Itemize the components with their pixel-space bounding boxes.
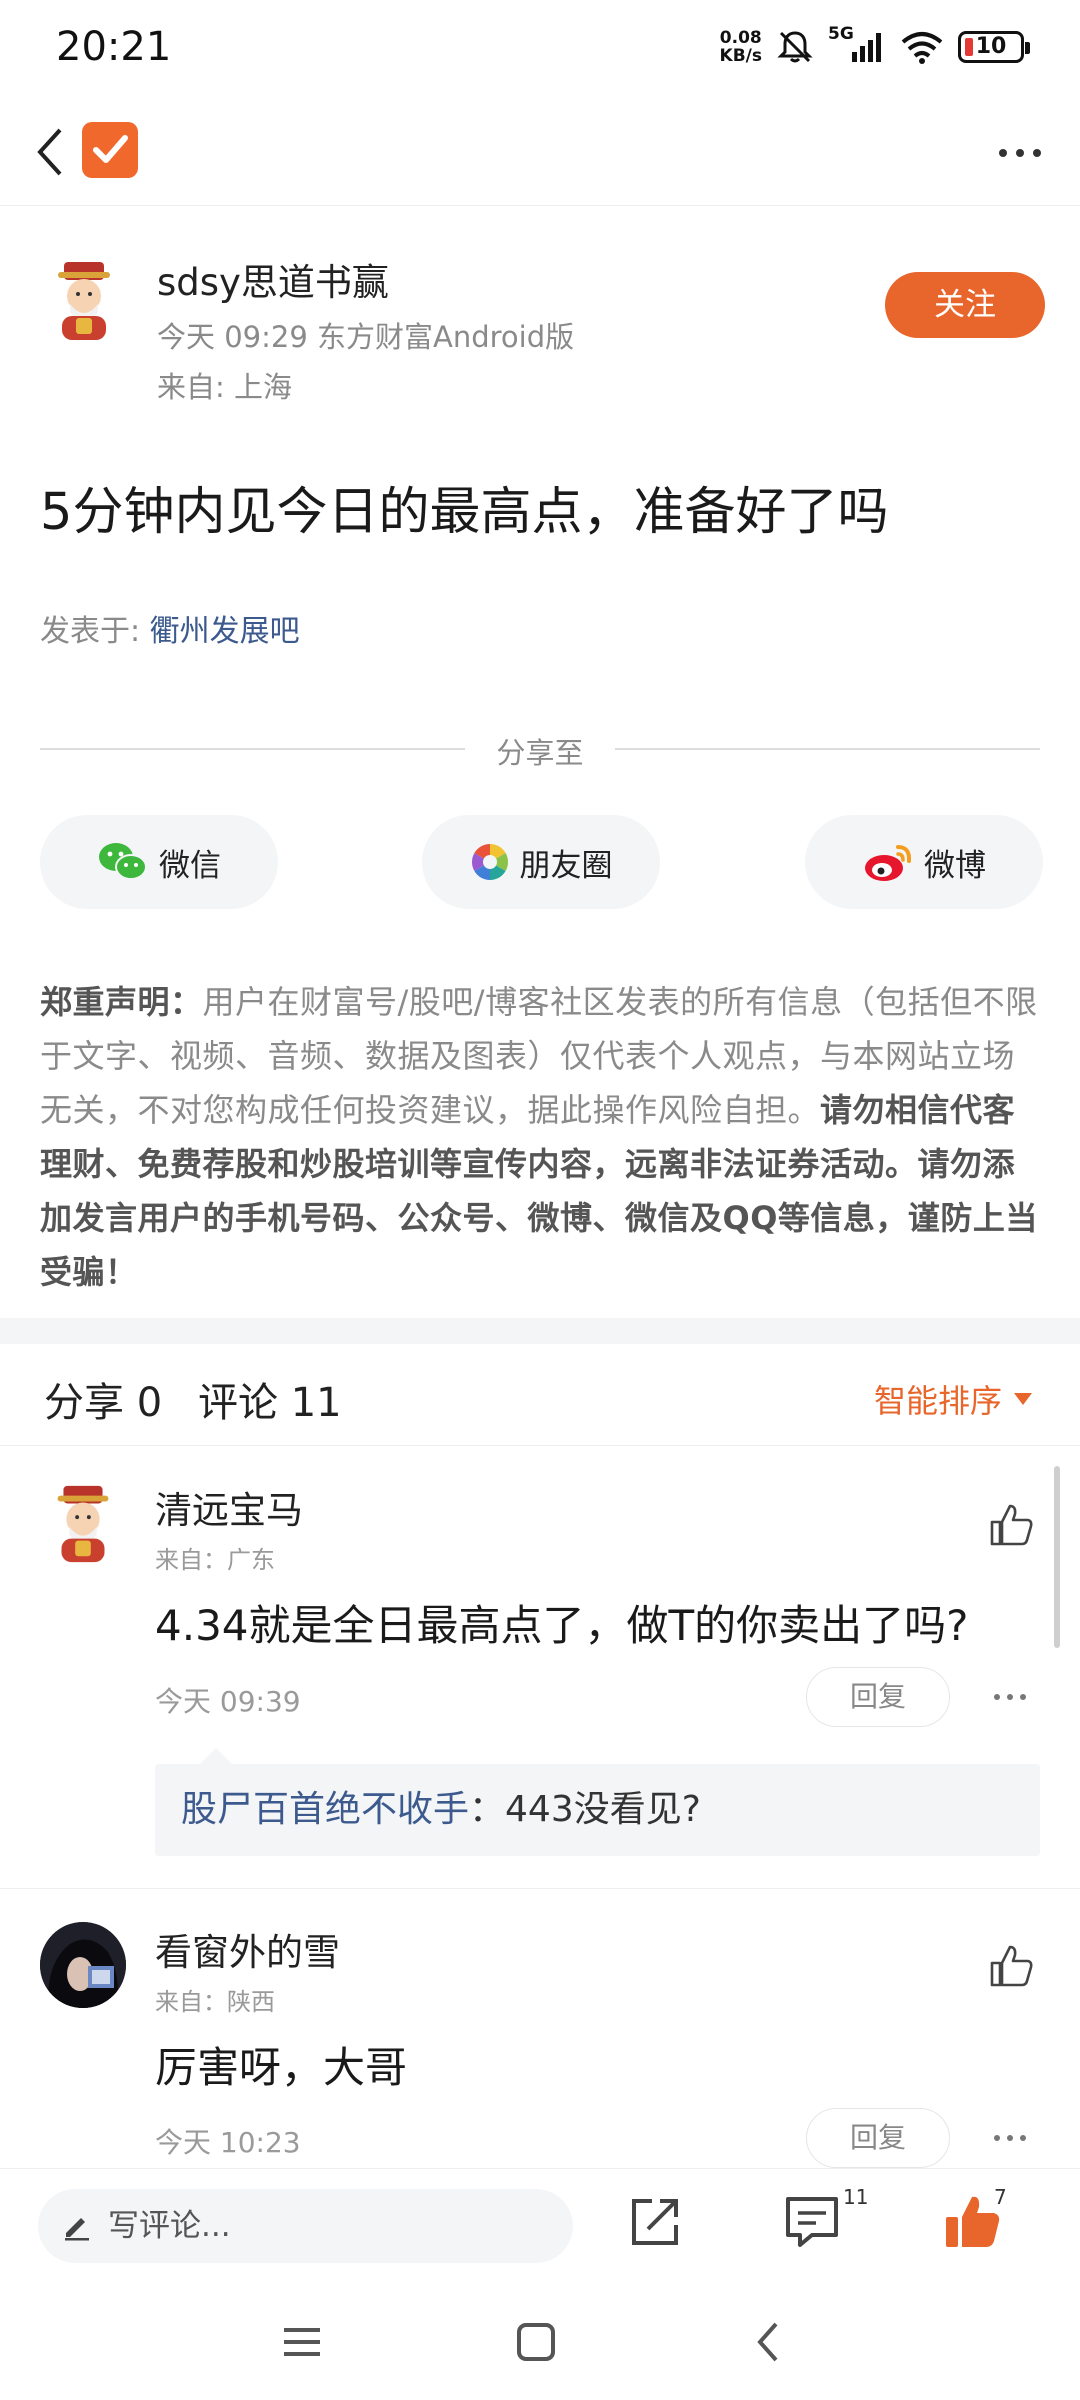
author-location: 来自: 上海 (157, 370, 292, 404)
dot (994, 1694, 1000, 1700)
share-moments-button[interactable]: 朋友圈 (422, 815, 660, 909)
comments-button[interactable] (782, 2191, 842, 2251)
share-label: 分享至 (496, 736, 584, 770)
author-avatar[interactable] (40, 256, 128, 344)
comments-header: 分享 0 评论 11 智能排序 (0, 1344, 1080, 1446)
comment-bubble-icon (786, 2197, 838, 2247)
share-weibo-label: 微博 (924, 847, 986, 884)
menu-icon[interactable] (280, 2320, 324, 2364)
comment-time: 今天 10:23 (155, 2126, 301, 2159)
post-meta: 今天 09:29 东方财富Android版 (157, 320, 575, 354)
comment-input[interactable]: 写评论... (38, 2189, 573, 2263)
commenter-avatar[interactable] (40, 1922, 126, 2008)
top-nav (0, 100, 1080, 206)
share-divider: 分享至 (40, 728, 1040, 770)
like-post-button[interactable] (942, 2191, 1002, 2251)
dot (1007, 2135, 1013, 2141)
profile-photo-icon (40, 1922, 126, 2008)
commenter-name[interactable]: 看窗外的雪 (155, 1922, 340, 1976)
fortune-god-avatar-icon (57, 1485, 109, 1563)
commenter-location: 来自：陕西 (155, 1988, 275, 2016)
posted-in: 发表于: 衢州发展吧 (40, 606, 300, 650)
section-gap (0, 1318, 1080, 1344)
dot (1020, 1694, 1026, 1700)
app-logo[interactable] (82, 122, 138, 178)
back-button[interactable] (30, 122, 90, 182)
dot (994, 2135, 1000, 2141)
comment-more-button[interactable] (985, 1677, 1035, 1717)
net-speed: 0.08 KB/s (720, 29, 762, 65)
share-weibo-button[interactable]: 微博 (805, 815, 1043, 909)
sort-dropdown[interactable]: 智能排序 (874, 1376, 1032, 1422)
commenter-avatar[interactable] (40, 1480, 126, 1566)
wifi-icon (901, 32, 943, 64)
dot (999, 149, 1007, 157)
reply-button[interactable]: 回复 (806, 2108, 950, 2168)
share-button[interactable] (626, 2191, 686, 2251)
comment-more-button[interactable] (985, 2118, 1035, 2158)
dot (1020, 2135, 1026, 2141)
net-speed-value: 0.08 (719, 28, 762, 48)
battery-level: 10 (975, 34, 1007, 59)
reply-button[interactable]: 回复 (806, 1667, 950, 1727)
disclaimer: 郑重声明：用户在财富号/股吧/博客社区发表的所有信息（包括但不限于文字、视频、音… (40, 975, 1045, 1299)
post-title: 5分钟内见今日的最高点，准备好了吗 (40, 483, 889, 542)
dot (1016, 149, 1024, 157)
sub-reply-text: ：443没看见? (469, 1789, 701, 1830)
comment-text: 4.34就是全日最高点了，做T的你卖出了吗? (155, 1601, 969, 1650)
bottom-action-bar: 写评论... 11 7 (0, 2168, 1080, 2280)
cellular-signal-icon: 5G (828, 24, 886, 64)
home-icon[interactable] (514, 2320, 558, 2364)
sub-reply[interactable]: 股尸百首绝不收手：443没看见? (155, 1764, 1040, 1856)
share-wechat-button[interactable]: 微信 (40, 815, 278, 909)
chevron-left-icon (37, 128, 62, 176)
dot (1007, 1694, 1013, 1700)
status-bar: 20:21 0.08 KB/s 5G 10 (0, 0, 1080, 100)
back-nav-icon[interactable] (748, 2320, 792, 2364)
comment-count-badge: 11 (843, 2185, 869, 2209)
caret-down-icon (1014, 1393, 1032, 1405)
sort-label: 智能排序 (873, 1382, 1002, 1420)
thumbs-up-icon (990, 1504, 1033, 1546)
comment-count-tab[interactable]: 评论 11 (198, 1370, 342, 1428)
commenter-location: 来自：广东 (155, 1546, 275, 1574)
like-button[interactable] (988, 1502, 1034, 1548)
status-icons: 0.08 KB/s 5G 10 (720, 24, 1030, 66)
wechat-icon (99, 843, 147, 880)
status-time: 20:21 (56, 24, 172, 70)
net-speed-unit: KB/s (719, 46, 762, 66)
thumbs-up-filled-icon (946, 2196, 1000, 2247)
forum-link[interactable]: 衢州发展吧 (150, 614, 300, 649)
system-nav-bar (0, 2280, 1080, 2400)
dot (1033, 149, 1041, 157)
moments-icon (471, 844, 508, 880)
fortune-god-avatar-icon (58, 262, 110, 340)
thumbs-up-icon (990, 1945, 1033, 1987)
commenter-name[interactable]: 清远宝马 (155, 1480, 303, 1534)
sub-reply-pointer (200, 1748, 232, 1764)
share-count-tab[interactable]: 分享 0 (44, 1370, 162, 1428)
weibo-icon (865, 845, 912, 881)
scrollbar[interactable] (1054, 1466, 1060, 1648)
disclaimer-heading: 郑重声明： (40, 983, 203, 1021)
posted-in-label: 发表于: (40, 614, 150, 649)
comment-divider (0, 1888, 1080, 1889)
like-button[interactable] (988, 1943, 1034, 1989)
pencil-icon (65, 2218, 89, 2241)
battery-icon: 10 (958, 31, 1030, 63)
author-name[interactable]: sdsy思道书赢 (157, 252, 389, 306)
share-moments-label: 朋友圈 (519, 847, 613, 884)
divider-line (615, 748, 1040, 750)
share-wechat-label: 微信 (159, 847, 221, 884)
more-options-button[interactable] (990, 128, 1050, 178)
like-count-badge: 7 (994, 2185, 1007, 2209)
comment-placeholder: 写评论... (108, 2208, 231, 2244)
checkmark-icon (93, 135, 128, 163)
comment-text: 厉害呀，大哥 (155, 2043, 408, 2092)
follow-button[interactable]: 关注 (885, 272, 1045, 338)
sub-reply-user[interactable]: 股尸百首绝不收手 (181, 1789, 469, 1830)
bell-muted-icon (777, 31, 813, 63)
comment-time: 今天 09:39 (155, 1685, 301, 1718)
share-arrow-icon (632, 2199, 678, 2245)
